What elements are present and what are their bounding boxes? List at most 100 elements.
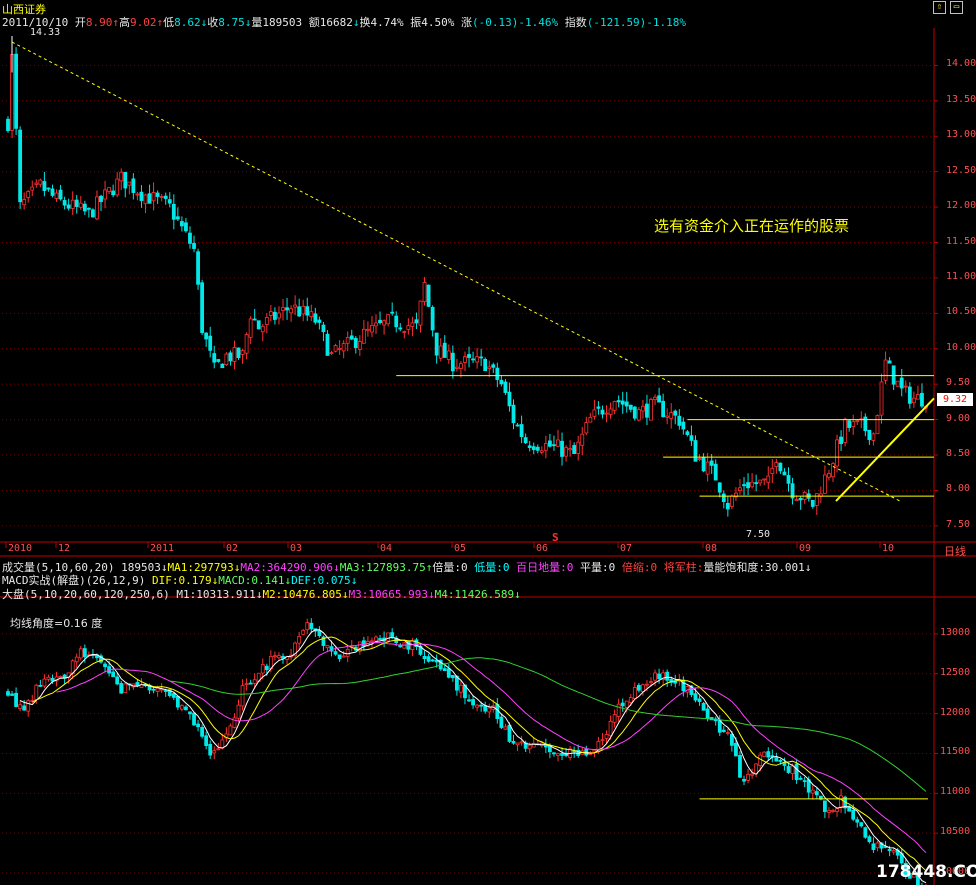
price-candle <box>268 311 273 316</box>
index-tick-label: 13000 <box>940 626 971 638</box>
index-candle <box>608 720 613 737</box>
index-candle <box>863 827 868 838</box>
price-candle <box>107 187 112 192</box>
index-candle <box>188 711 192 715</box>
period-label[interactable]: 日线 <box>944 543 966 559</box>
downtrend-line <box>11 41 901 502</box>
index-candle <box>305 622 310 631</box>
price-candle <box>353 337 358 349</box>
index-candle <box>515 742 520 746</box>
index-candle <box>74 656 79 663</box>
index-candle <box>50 677 55 682</box>
price-candle <box>798 497 803 501</box>
last-price-tag: 9.32 <box>937 393 973 406</box>
index-candle <box>499 716 504 728</box>
price-tick-label: 9.00 <box>946 412 971 424</box>
index-candle <box>790 765 795 775</box>
index-candle <box>507 724 512 742</box>
index-candle <box>38 684 43 687</box>
price-candle <box>297 306 302 317</box>
price-candle <box>143 194 148 205</box>
index-m1: M1:10313.911 <box>176 588 256 601</box>
index-candle <box>802 780 807 783</box>
price-candle <box>770 467 775 475</box>
price-candle <box>705 461 710 475</box>
index-candle <box>835 808 839 812</box>
price-candle <box>600 409 605 415</box>
price-candle <box>612 401 617 411</box>
price-candle <box>495 367 500 380</box>
price-candle <box>127 181 132 186</box>
price-candle <box>450 352 455 372</box>
price-candle <box>657 395 661 403</box>
price-candle <box>204 332 209 340</box>
price-candle <box>418 300 423 326</box>
price-candle <box>361 328 366 344</box>
index-candle <box>216 748 221 751</box>
price-candle <box>386 314 391 325</box>
price-candle <box>649 399 653 421</box>
price-candle <box>754 482 759 485</box>
index-candle <box>370 640 374 643</box>
index-indicator-params: (5,10,20,60,120,250,6) <box>24 588 170 601</box>
price-tick-label: 11.00 <box>946 270 976 282</box>
index-candle <box>645 683 649 686</box>
index-candle <box>467 699 471 702</box>
index-candle <box>871 843 876 850</box>
down-arrow-icon: ↓ <box>804 561 812 574</box>
beiliang-value: 倍量:0 <box>432 561 468 574</box>
index-candle <box>612 714 617 723</box>
price-candle <box>236 347 241 358</box>
index-candle <box>78 648 83 659</box>
price-candle <box>511 404 516 424</box>
index-candle <box>511 740 516 744</box>
price-candle <box>46 187 51 190</box>
price-candle <box>410 322 415 327</box>
price-candle <box>82 203 87 212</box>
index-candle <box>301 630 306 635</box>
price-candle <box>475 356 480 363</box>
price-candle <box>596 406 601 409</box>
price-candle <box>378 319 382 324</box>
price-candle <box>762 478 767 481</box>
price-candle <box>564 447 568 457</box>
price-candle <box>543 443 548 451</box>
price-candle <box>277 312 281 319</box>
beisuo-value: 倍缩:0 <box>621 561 658 574</box>
index-candle <box>345 648 350 657</box>
index-candle <box>212 750 217 754</box>
price-candle <box>147 193 152 204</box>
price-candle <box>349 335 354 340</box>
price-candle <box>519 424 524 437</box>
index-candle <box>111 671 116 678</box>
price-candle <box>879 381 884 416</box>
price-candle <box>252 318 257 321</box>
price-candle <box>228 352 233 362</box>
index-candle <box>123 683 128 694</box>
index-candle <box>653 672 657 681</box>
index-candle <box>58 676 63 678</box>
price-candle <box>491 364 496 368</box>
price-candle <box>604 412 609 415</box>
index-candle <box>277 655 281 659</box>
index-candle <box>831 810 835 812</box>
price-candle <box>446 350 451 360</box>
price-candle <box>750 481 755 488</box>
index-candle <box>746 773 750 781</box>
price-candle <box>871 433 876 441</box>
bairi-value: 百日地量:0 <box>516 561 574 574</box>
index-candle <box>628 697 633 703</box>
price-candle <box>875 415 880 435</box>
price-candle <box>572 445 577 455</box>
index-candle <box>794 763 799 781</box>
index-candle <box>252 679 257 684</box>
price-candle <box>171 203 176 220</box>
price-candle <box>54 192 59 199</box>
index-ma60-line <box>169 657 927 792</box>
index-candle <box>18 704 23 709</box>
angle-label: 均线角度=0.16 度 <box>10 617 103 630</box>
price-candle <box>697 458 702 460</box>
price-tick-label: 7.50 <box>946 518 971 530</box>
price-candle <box>430 307 435 331</box>
price-candle <box>305 306 310 316</box>
